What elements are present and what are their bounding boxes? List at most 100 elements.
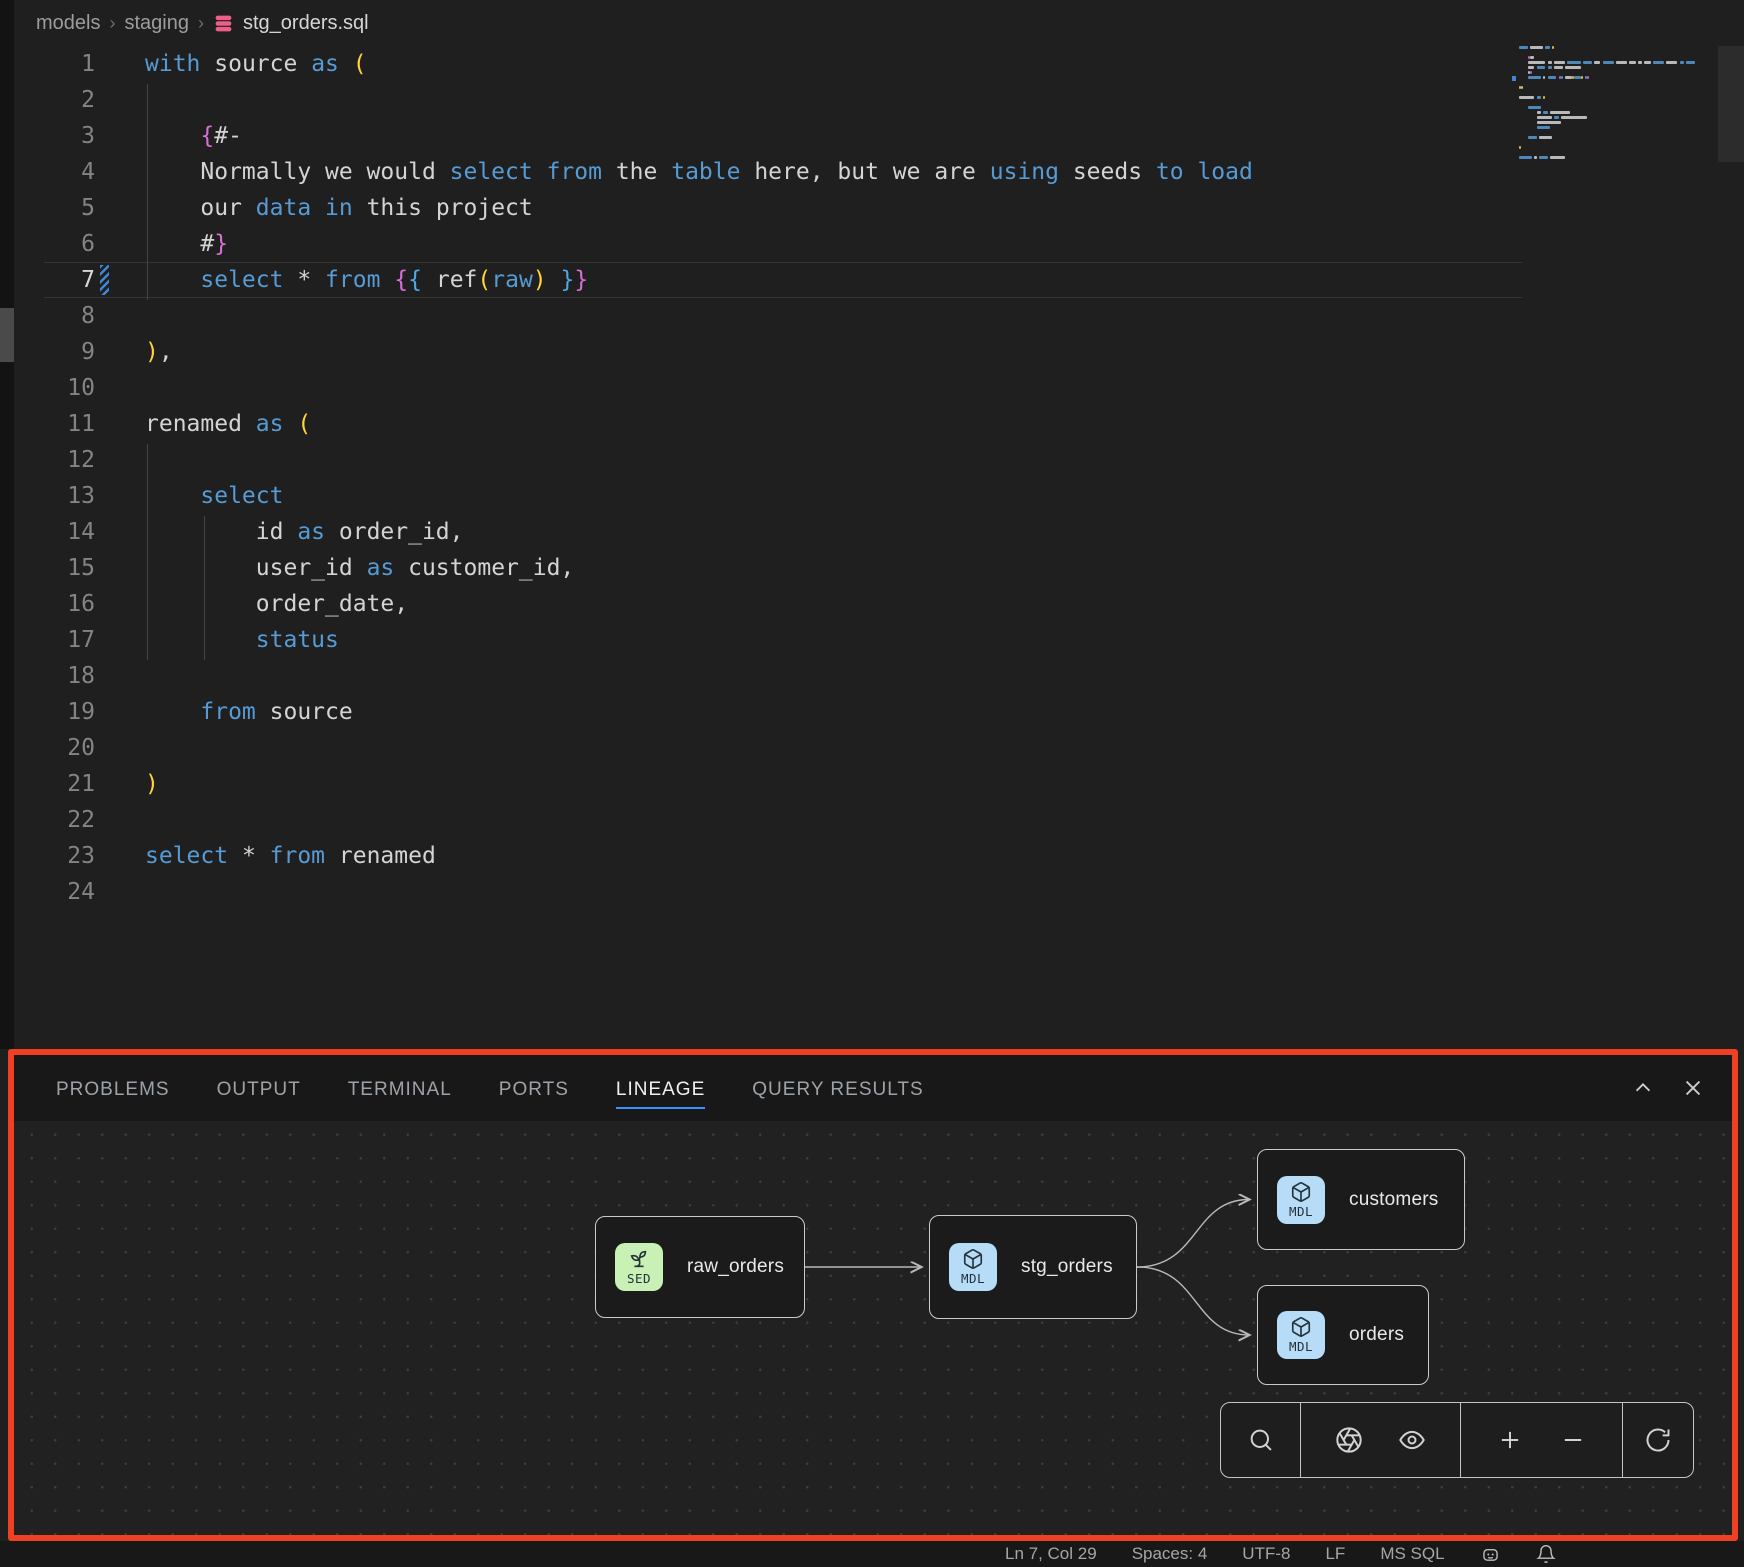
line-number[interactable]: 10 <box>14 370 95 406</box>
bell-icon[interactable] <box>1536 1544 1556 1564</box>
zoom-out-icon[interactable] <box>1559 1426 1587 1454</box>
code-line: 6 #} <box>14 226 1744 262</box>
line-number[interactable]: 18 <box>14 658 95 694</box>
code-text: user_id as customer_id, <box>95 550 574 586</box>
code-line: 2 <box>14 82 1744 118</box>
aperture-icon[interactable] <box>1335 1426 1363 1454</box>
tab-lineage[interactable]: LINEAGE <box>616 1059 705 1117</box>
database-icon <box>213 13 234 34</box>
code-line: 1with source as ( <box>14 46 1744 82</box>
panel-tabs: PROBLEMS OUTPUT TERMINAL PORTS LINEAGE QUERY … <box>56 1059 924 1117</box>
refresh-icon[interactable] <box>1644 1426 1672 1454</box>
line-number[interactable]: 7 <box>14 262 95 298</box>
line-number[interactable]: 11 <box>14 406 95 442</box>
code-line: 20 <box>14 730 1744 766</box>
node-customers[interactable]: MDLcustomers <box>1257 1149 1465 1250</box>
line-number[interactable]: 16 <box>14 586 95 622</box>
line-number[interactable]: 6 <box>14 226 95 262</box>
line-number[interactable]: 15 <box>14 550 95 586</box>
code-line: 24 <box>14 874 1744 910</box>
minimap-change-marker <box>1512 76 1516 81</box>
code-text <box>95 730 145 766</box>
badge-label: SED <box>627 1271 651 1286</box>
status-item[interactable]: UTF-8 <box>1242 1544 1290 1564</box>
code-line: 17 status <box>14 622 1744 658</box>
code-text: select <box>95 478 283 514</box>
line-number[interactable]: 1 <box>14 46 95 82</box>
code-line: 21) <box>14 766 1744 802</box>
tab-ports[interactable]: PORTS <box>499 1059 569 1117</box>
tab-query-results[interactable]: QUERY RESULTS <box>752 1059 923 1117</box>
copilot-icon[interactable] <box>1480 1544 1501 1565</box>
line-number[interactable]: 8 <box>14 298 95 334</box>
line-number[interactable]: 17 <box>14 622 95 658</box>
code-line: 4 Normally we would select from the tabl… <box>14 154 1744 190</box>
code-editor[interactable]: 1with source as (23 {#-4 Normally we wou… <box>14 46 1744 1049</box>
code-line: 16 order_date, <box>14 586 1744 622</box>
code-line: 13 select <box>14 478 1744 514</box>
breadcrumb: models›staging› stg_orders.sql <box>14 0 1744 46</box>
status-item[interactable]: Spaces: 4 <box>1132 1544 1208 1564</box>
code-line: 15 user_id as customer_id, <box>14 550 1744 586</box>
panel-header: PROBLEMS OUTPUT TERMINAL PORTS LINEAGE QUERY … <box>14 1055 1732 1121</box>
code-text <box>95 874 145 910</box>
line-number[interactable]: 19 <box>14 694 95 730</box>
line-number[interactable]: 22 <box>14 802 95 838</box>
node-stg_orders[interactable]: MDL stg_orders <box>929 1215 1137 1319</box>
close-panel-icon[interactable] <box>1682 1077 1704 1099</box>
tab-problems[interactable]: PROBLEMS <box>56 1059 170 1117</box>
line-number[interactable]: 4 <box>14 154 95 190</box>
eye-icon[interactable] <box>1398 1426 1426 1454</box>
code-text: select * from renamed <box>95 838 436 874</box>
code-text: Normally we would select from the table … <box>95 154 1253 190</box>
status-item[interactable]: Ln 7, Col 29 <box>1005 1544 1097 1564</box>
line-number[interactable]: 3 <box>14 118 95 154</box>
left-rail-thumb[interactable] <box>0 308 14 362</box>
node-orders[interactable]: MDL orders <box>1257 1285 1429 1385</box>
cube-badge: MDL <box>949 1243 997 1291</box>
line-number[interactable]: 20 <box>14 730 95 766</box>
node-raw_orders[interactable]: SEDraw_orders <box>595 1216 805 1318</box>
code-line: 22 <box>14 802 1744 838</box>
collapse-panel-icon[interactable] <box>1632 1077 1654 1099</box>
line-number[interactable]: 2 <box>14 82 95 118</box>
node-label: stg_orders <box>1021 1256 1113 1278</box>
code-text: our data in this project <box>95 190 533 226</box>
breadcrumb-item-models[interactable]: models <box>36 12 100 35</box>
tab-terminal[interactable]: TERMINAL <box>348 1059 452 1117</box>
breadcrumb-file[interactable]: stg_orders.sql <box>243 12 369 35</box>
search-icon[interactable] <box>1247 1426 1275 1454</box>
status-item[interactable]: LF <box>1325 1544 1345 1564</box>
chevron-right-icon: › <box>109 13 115 34</box>
status-item[interactable]: MS SQL <box>1380 1544 1444 1564</box>
line-number[interactable]: 13 <box>14 478 95 514</box>
panel-actions <box>1632 1077 1704 1099</box>
line-number[interactable]: 14 <box>14 514 95 550</box>
code-line: 23select * from renamed <box>14 838 1744 874</box>
line-number[interactable]: 23 <box>14 838 95 874</box>
status-bar: Ln 7, Col 29 Spaces: 4 UTF-8 LF MS SQL <box>0 1541 1744 1567</box>
node-label: orders <box>1349 1324 1404 1346</box>
editor-scrollbar[interactable] <box>1718 46 1744 162</box>
code-line: 14 id as order_id, <box>14 514 1744 550</box>
breadcrumb-item-staging[interactable]: staging <box>124 12 189 35</box>
zoom-in-icon[interactable] <box>1496 1426 1524 1454</box>
line-number[interactable]: 12 <box>14 442 95 478</box>
minimap[interactable] <box>1519 46 1704 176</box>
line-number[interactable]: 5 <box>14 190 95 226</box>
code-line: 19 from source <box>14 694 1744 730</box>
line-number[interactable]: 9 <box>14 334 95 370</box>
code-text <box>95 370 145 406</box>
lineage-toolbar <box>1220 1402 1694 1478</box>
code-text: from source <box>95 694 353 730</box>
left-rail <box>0 0 14 1049</box>
badge-label: MDL <box>1289 1204 1313 1219</box>
line-number[interactable]: 21 <box>14 766 95 802</box>
code-text <box>95 442 145 478</box>
line-number[interactable]: 24 <box>14 874 95 910</box>
badge-label: MDL <box>1289 1339 1313 1354</box>
tab-output[interactable]: OUTPUT <box>217 1059 301 1117</box>
code-text <box>95 298 145 334</box>
code-line: 9), <box>14 334 1744 370</box>
code-line: 11renamed as ( <box>14 406 1744 442</box>
